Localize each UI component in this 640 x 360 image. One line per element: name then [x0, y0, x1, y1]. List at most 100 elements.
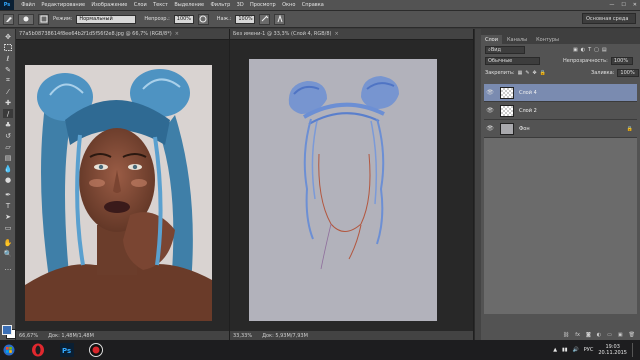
filter-type-icon[interactable]: T: [588, 47, 591, 53]
menu-edit[interactable]: Редактирование: [38, 2, 88, 8]
history-brush-tool-icon[interactable]: ↺: [3, 131, 13, 140]
lock-position-icon[interactable]: ✥: [533, 70, 537, 76]
shape-tool-icon[interactable]: ▭: [3, 223, 13, 232]
layer-name[interactable]: Фон: [519, 126, 530, 132]
show-desktop-button[interactable]: [632, 343, 636, 357]
fx-icon[interactable]: fx: [575, 332, 580, 338]
pressure-opacity-icon[interactable]: [197, 13, 209, 25]
menu-type[interactable]: Текст: [150, 2, 171, 8]
more-tools-icon[interactable]: …: [3, 263, 13, 272]
brush-panel-icon[interactable]: [38, 13, 49, 25]
tab-channels[interactable]: Каналы: [503, 35, 531, 44]
layer-fill-field[interactable]: 100%: [617, 69, 640, 77]
menu-bar: Ps Файл Редактирование Изображение Слои …: [0, 0, 640, 11]
visibility-eye-icon[interactable]: 👁: [484, 89, 496, 96]
tab-layers[interactable]: Слои: [481, 35, 502, 44]
minimize-button[interactable]: —: [609, 2, 614, 8]
pressure-size-icon[interactable]: [274, 13, 286, 25]
blend-mode-select[interactable]: Обычные: [485, 57, 540, 65]
layer-name[interactable]: Слой 4: [519, 90, 537, 96]
mask-icon[interactable]: ◙: [586, 332, 591, 338]
link-icon[interactable]: ⛓: [563, 332, 569, 338]
menu-filter[interactable]: Фильтр: [207, 2, 233, 8]
layer-row[interactable]: 👁 Слой 4: [484, 84, 637, 102]
filter-smart-icon[interactable]: ▤: [602, 47, 607, 53]
opera-icon[interactable]: [28, 341, 48, 359]
close-tab-icon[interactable]: ×: [175, 31, 179, 37]
flow-field[interactable]: 100%: [235, 14, 256, 24]
path-select-tool-icon[interactable]: ➤: [3, 212, 13, 221]
new-layer-icon[interactable]: ▣: [618, 332, 623, 338]
healing-brush-tool-icon[interactable]: ✚: [3, 98, 13, 107]
trash-icon[interactable]: 🗑: [629, 332, 635, 338]
menu-window[interactable]: Окно: [279, 2, 299, 8]
lock-transparent-icon[interactable]: ▦: [518, 70, 523, 76]
workspace-select[interactable]: Основная среда: [582, 13, 636, 24]
filter-pixel-icon[interactable]: ▣: [573, 47, 578, 53]
brush-tool-preset-icon[interactable]: [3, 13, 14, 25]
lasso-tool-icon[interactable]: ℓ: [3, 54, 13, 63]
zoom-readout[interactable]: 33,33%: [233, 333, 252, 339]
menu-image[interactable]: Изображение: [88, 2, 130, 8]
foreground-color-swatch[interactable]: [2, 325, 12, 335]
adjust-icon[interactable]: ◐: [597, 332, 601, 338]
menu-layers[interactable]: Слои: [131, 2, 150, 8]
sketch-canvas[interactable]: [249, 59, 437, 321]
network-icon[interactable]: ▮▮: [562, 347, 568, 353]
eyedropper-tool-icon[interactable]: ⁄: [3, 87, 13, 96]
blur-tool-icon[interactable]: 💧: [3, 164, 13, 173]
clock[interactable]: 19:03 20.11.2015: [598, 344, 627, 356]
recorder-icon[interactable]: [86, 341, 106, 359]
lock-all-icon[interactable]: 🔒: [540, 70, 546, 76]
clone-stamp-tool-icon[interactable]: ♣: [3, 120, 13, 129]
tab-paths[interactable]: Контуры: [532, 35, 563, 44]
menu-help[interactable]: Справка: [299, 2, 327, 8]
language-indicator[interactable]: РУС: [584, 347, 594, 353]
lock-pixels-icon[interactable]: ✎: [525, 70, 529, 76]
visibility-eye-icon[interactable]: 👁: [484, 107, 496, 114]
close-button[interactable]: ✕: [633, 2, 637, 8]
eraser-tool-icon[interactable]: ▱: [3, 142, 13, 151]
close-tab-icon[interactable]: ×: [335, 31, 339, 37]
start-button[interactable]: [0, 340, 18, 360]
flow-label: Наж.:: [216, 16, 232, 22]
pen-tool-icon[interactable]: ✒: [3, 190, 13, 199]
dodge-tool-icon[interactable]: ●: [3, 175, 13, 184]
layer-name[interactable]: Слой 2: [519, 108, 537, 114]
layer-filter-select[interactable]: ⌕ Вид: [485, 46, 525, 54]
menu-file[interactable]: Файл: [18, 2, 38, 8]
photo-canvas[interactable]: [25, 65, 212, 321]
tray-arrow-icon[interactable]: ▲: [553, 347, 557, 353]
brush-size-picker[interactable]: [18, 13, 34, 25]
layer-row[interactable]: 👁 Фон 🔒: [484, 120, 637, 138]
volume-icon[interactable]: 🔊: [573, 347, 579, 353]
move-tool-icon[interactable]: ✥: [3, 32, 13, 41]
maximize-button[interactable]: ☐: [621, 2, 625, 8]
mode-select[interactable]: Нормальный: [76, 14, 137, 24]
document-tab-photo[interactable]: 77a5b08738614f8ee64b2f1d5f56f2e8.jpg @ 6…: [16, 29, 229, 40]
filter-adjust-icon[interactable]: ◐: [581, 47, 585, 53]
menu-3d[interactable]: 3D: [233, 2, 246, 8]
lock-icon: 🔒: [626, 125, 633, 132]
quick-select-tool-icon[interactable]: ✎: [3, 65, 13, 74]
zoom-readout[interactable]: 66,67%: [19, 333, 38, 339]
airbrush-icon[interactable]: [259, 13, 271, 25]
opacity-field[interactable]: 100%: [173, 14, 194, 24]
menu-select[interactable]: Выделение: [171, 2, 207, 8]
visibility-eye-icon[interactable]: 👁: [484, 125, 496, 132]
layer-opacity-field[interactable]: 100%: [610, 57, 633, 65]
hand-tool-icon[interactable]: ✋: [3, 238, 13, 247]
type-tool-icon[interactable]: T: [3, 201, 13, 210]
document-tab-sketch[interactable]: Без имени-1 @ 33,3% (Слой 4, RGB/8) ×: [230, 29, 473, 40]
crop-tool-icon[interactable]: ⌗: [3, 76, 13, 85]
filter-shape-icon[interactable]: ▢: [594, 47, 599, 53]
windows-icon: [3, 344, 15, 356]
layer-row[interactable]: 👁 Слой 2: [484, 102, 637, 120]
menu-view[interactable]: Просмотр: [247, 2, 279, 8]
gradient-tool-icon[interactable]: ▤: [3, 153, 13, 162]
zoom-tool-icon[interactable]: 🔍: [3, 249, 13, 258]
brush-tool-icon[interactable]: /: [3, 109, 13, 118]
marquee-tool-icon[interactable]: [3, 43, 13, 52]
photoshop-icon[interactable]: Ps: [57, 341, 77, 359]
folder-icon[interactable]: ▭: [607, 332, 612, 338]
